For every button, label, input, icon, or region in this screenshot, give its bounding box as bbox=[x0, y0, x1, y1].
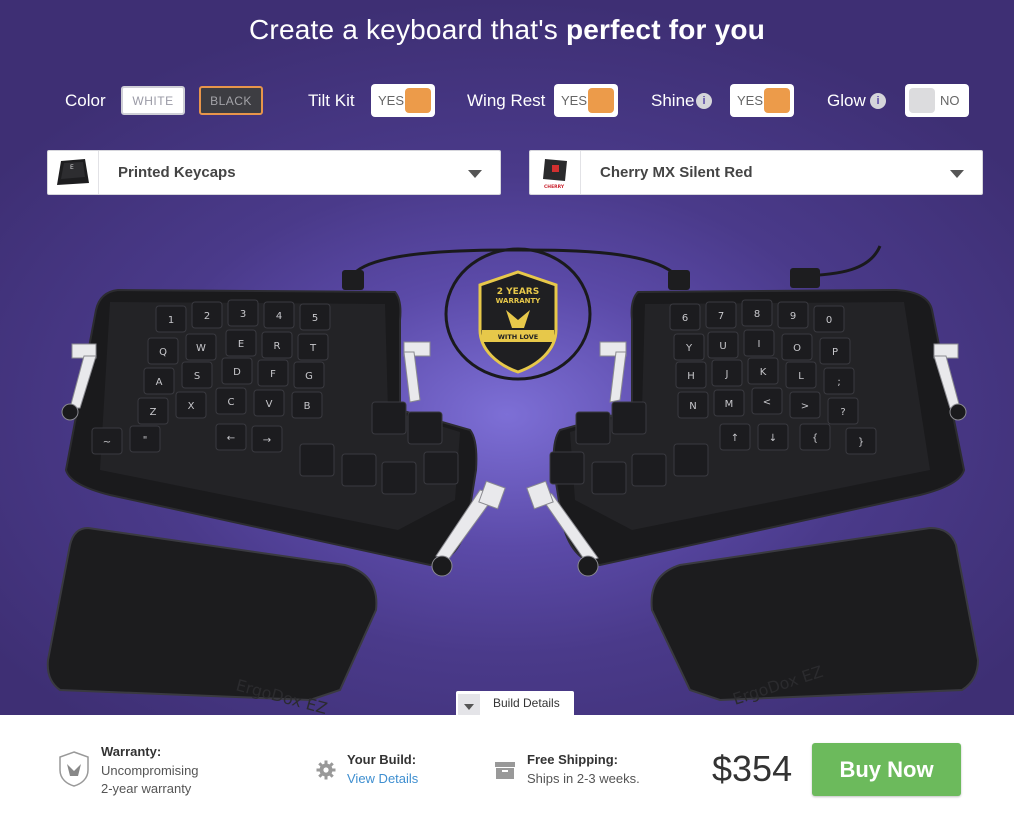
badge-line3: WITH LOVE bbox=[498, 333, 538, 341]
keycap-legend: Y bbox=[685, 343, 693, 354]
keycap-legend: V bbox=[266, 399, 273, 410]
build-details-label: Build Details bbox=[493, 696, 560, 710]
keycap-legend: G bbox=[305, 371, 313, 382]
keycap-legend: P bbox=[832, 347, 838, 358]
warranty-title: Warranty: bbox=[101, 744, 162, 759]
keycap-legend: I bbox=[758, 339, 761, 350]
keyboard-illustration: 2 YEARS WARRANTY WITH LOVE 1 2 3 4 5 Q W E R T A S D… bbox=[46, 245, 980, 715]
keycap-legend: ~ bbox=[103, 437, 111, 448]
keycap-legend: W bbox=[196, 343, 206, 354]
keycap-legend: ; bbox=[837, 377, 840, 388]
keycap-legend: 3 bbox=[240, 309, 246, 320]
keycap-legend: J bbox=[725, 369, 729, 380]
keycap-legend: T bbox=[309, 343, 317, 354]
thumb-keycap bbox=[611, 401, 647, 435]
gear-icon bbox=[316, 760, 336, 780]
keycap-legend: 7 bbox=[718, 311, 724, 322]
keycap-legend: ↓ bbox=[769, 433, 777, 444]
thumb-keycap bbox=[299, 443, 335, 477]
keycap-legend: ← bbox=[227, 433, 235, 444]
keycap-legend: D bbox=[233, 367, 241, 378]
keycap-legend: O bbox=[793, 343, 801, 354]
warranty-line2: 2-year warranty bbox=[101, 781, 192, 796]
keycap-legend: F bbox=[270, 369, 276, 380]
build-details-tab[interactable]: Build Details bbox=[456, 691, 574, 715]
keycap-legend: A bbox=[156, 377, 163, 388]
thumb-keycap bbox=[673, 443, 709, 477]
keycap-legend: E bbox=[238, 339, 244, 350]
keycap-legend: Z bbox=[150, 407, 157, 418]
warranty-shield-icon bbox=[59, 751, 89, 787]
thumb-keycap bbox=[407, 411, 443, 445]
keycap-legend: X bbox=[188, 401, 195, 412]
shipping-text: Ships in 2-3 weeks. bbox=[527, 771, 640, 786]
build-title: Your Build: bbox=[347, 752, 417, 767]
keycap-legend: ? bbox=[840, 407, 845, 418]
thumb-keycap bbox=[631, 453, 667, 487]
badge-line2: WARRANTY bbox=[496, 297, 542, 305]
keycap-legend: Q bbox=[159, 347, 167, 358]
keycap-legend: 9 bbox=[790, 311, 796, 322]
build-details-toggle[interactable] bbox=[458, 694, 480, 715]
thumb-keycap bbox=[371, 401, 407, 435]
thumb-keycap bbox=[549, 451, 585, 485]
keycap-legend: " bbox=[143, 435, 148, 446]
keycap-legend: 0 bbox=[826, 315, 832, 326]
configurator-stage: Create a keyboard that's perfect for you… bbox=[0, 0, 1014, 715]
keycap-legend: > bbox=[801, 401, 809, 412]
buy-now-button[interactable]: Buy Now bbox=[812, 743, 961, 796]
keycap-legend: → bbox=[263, 435, 271, 446]
keycap-legend: 5 bbox=[312, 313, 318, 324]
keycap-legend: R bbox=[274, 341, 281, 352]
box-icon bbox=[495, 762, 515, 779]
thumb-keycap bbox=[575, 411, 611, 445]
keycap-legend: 2 bbox=[204, 311, 210, 322]
keycap-legend: 1 bbox=[168, 315, 174, 326]
thumb-keycap bbox=[423, 451, 459, 485]
keycap-legend: N bbox=[689, 401, 696, 412]
chevron-down-icon bbox=[464, 704, 474, 710]
keycap-legend: L bbox=[798, 371, 804, 382]
price-value: $354 bbox=[712, 748, 793, 789]
keycap-legend: 4 bbox=[276, 311, 282, 322]
thumb-keycap bbox=[381, 461, 417, 495]
keycap-legend: H bbox=[687, 371, 695, 382]
keycap-legend: S bbox=[194, 371, 200, 382]
thumb-keycap bbox=[341, 453, 377, 487]
keycap-legend: ↑ bbox=[731, 433, 739, 444]
keycap-legend: B bbox=[304, 401, 311, 412]
keycap-legend: C bbox=[228, 397, 235, 408]
thumb-keycap bbox=[591, 461, 627, 495]
warranty-line1: Uncompromising bbox=[101, 763, 199, 778]
left-palm-rest bbox=[46, 526, 378, 702]
keycap-legend: 8 bbox=[754, 309, 760, 320]
keycap-legend: K bbox=[760, 367, 767, 378]
badge-line1: 2 YEARS bbox=[497, 287, 539, 297]
shipping-title: Free Shipping: bbox=[527, 752, 618, 767]
keycap-legend: M bbox=[725, 399, 734, 410]
warranty-badge: 2 YEARS WARRANTY WITH LOVE bbox=[478, 270, 558, 374]
keycap-legend: { bbox=[812, 433, 818, 444]
footer-bar: Warranty: Uncompromising 2-year warranty… bbox=[0, 715, 1014, 816]
keycap-legend: } bbox=[858, 437, 864, 448]
keycap-legend: 6 bbox=[682, 313, 688, 324]
keycap-legend: < bbox=[763, 397, 771, 408]
view-details-link[interactable]: View Details bbox=[347, 771, 418, 786]
keycap-legend: U bbox=[719, 341, 726, 352]
